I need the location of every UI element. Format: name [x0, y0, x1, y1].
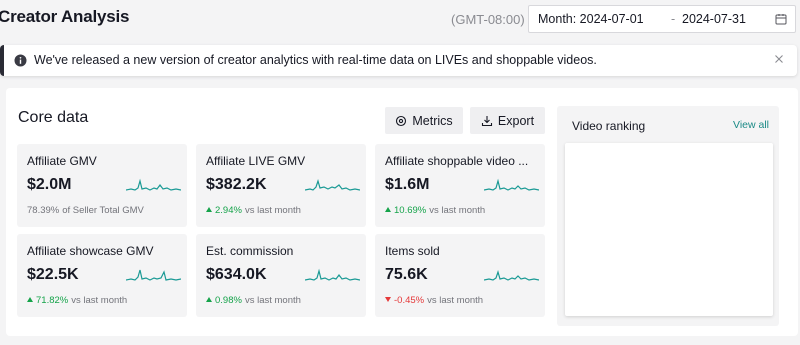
metric-label: Affiliate LIVE GMV: [206, 154, 306, 168]
metric-card-affiliate-gmv[interactable]: Affiliate GMV $2.0M 78.39% of Seller Tota…: [17, 144, 187, 227]
download-icon: [481, 115, 492, 126]
metric-percent: 10.69%: [394, 205, 427, 216]
metrics-label: Metrics: [412, 113, 453, 128]
page-title: Creator Analysis: [0, 7, 130, 26]
metric-note: vs last month: [429, 205, 486, 216]
date-range-picker[interactable]: Month: 2024-07-01 - 2024-07-31: [528, 5, 796, 33]
metric-comparison: 0.98% vs last month: [206, 295, 301, 306]
metric-label: Est. commission: [206, 244, 294, 258]
timezone-label: (GMT-08:00): [451, 12, 525, 27]
core-data-panel: Core data Metrics Export Affiliate GMV $…: [6, 88, 798, 336]
metrics-button[interactable]: Metrics: [385, 107, 463, 134]
sparkline-icon: [305, 268, 360, 281]
metric-percent: 78.39%: [27, 205, 60, 216]
metric-value: $634.0K: [206, 266, 267, 283]
core-data-title: Core data: [18, 109, 89, 126]
trend-up-icon: [206, 207, 212, 212]
metric-percent: -0.45%: [394, 295, 425, 306]
sparkline-icon: [126, 178, 181, 191]
close-icon[interactable]: [774, 54, 784, 64]
metric-value: $2.0M: [27, 176, 72, 193]
sparkline-icon: [484, 178, 539, 191]
metrics-icon: [396, 115, 407, 126]
info-icon: [14, 54, 27, 67]
trend-down-icon: [385, 297, 391, 302]
metric-comparison: 2.94% vs last month: [206, 205, 301, 216]
announcement-banner: We've released a new version of creator …: [0, 45, 797, 76]
export-button[interactable]: Export: [470, 107, 545, 134]
metric-comparison: 78.39% of Seller Total GMV: [27, 205, 144, 216]
trend-up-icon: [206, 297, 212, 302]
metric-comparison: -0.45% vs last month: [385, 295, 483, 306]
metric-note: vs last month: [244, 295, 301, 306]
metric-value: $382.2K: [206, 176, 267, 193]
metric-note: of Seller Total GMV: [62, 205, 144, 216]
sparkline-icon: [305, 178, 360, 191]
date-start[interactable]: Month: 2024-07-01: [538, 12, 644, 26]
export-label: Export: [497, 113, 535, 128]
header: Creator Analysis (GMT-08:00) Month: 2024…: [0, 0, 800, 40]
trend-up-icon: [385, 207, 391, 212]
metric-card-est-commission[interactable]: Est. commission $634.0K 0.98% vs last mon…: [196, 234, 366, 317]
view-all-link[interactable]: View all: [733, 119, 769, 131]
banner-message: We've released a new version of creator …: [34, 53, 597, 67]
metric-note: vs last month: [71, 295, 128, 306]
metric-note: vs last month: [427, 295, 484, 306]
video-ranking-list: [565, 143, 773, 316]
metric-percent: 71.82%: [36, 295, 69, 306]
metric-label: Items sold: [385, 244, 440, 258]
metric-note: vs last month: [244, 205, 301, 216]
metric-value: 75.6K: [385, 266, 428, 283]
date-separator: -: [671, 12, 676, 26]
trend-up-icon: [27, 297, 33, 302]
metric-label: Affiliate showcase GMV: [27, 244, 154, 258]
metric-comparison: 10.69% vs last month: [385, 205, 485, 216]
sparkline-icon: [484, 269, 539, 281]
metric-card-affiliate-live-gmv[interactable]: Affiliate LIVE GMV $382.2K 2.94% vs last …: [196, 144, 366, 227]
metric-card-affiliate-shoppable-video[interactable]: Affiliate shoppable video ... $1.6M 10.6…: [375, 144, 545, 227]
metric-comparison: 71.82% vs last month: [27, 295, 127, 306]
metric-label: Affiliate shoppable video ...: [385, 154, 529, 168]
metric-value: $1.6M: [385, 176, 430, 193]
video-ranking-title: Video ranking: [572, 119, 646, 133]
calendar-icon[interactable]: [775, 13, 787, 25]
video-ranking-panel: Video ranking View all: [557, 106, 779, 326]
metric-card-affiliate-showcase-gmv[interactable]: Affiliate showcase GMV $22.5K 71.82% vs l…: [17, 234, 187, 317]
metric-percent: 0.98%: [215, 295, 242, 306]
metric-card-items-sold[interactable]: Items sold 75.6K -0.45% vs last month: [375, 234, 545, 317]
date-end[interactable]: 2024-07-31: [682, 12, 746, 26]
metric-label: Affiliate GMV: [27, 154, 97, 168]
sparkline-icon: [126, 269, 181, 281]
metric-value: $22.5K: [27, 266, 79, 283]
metric-percent: 2.94%: [215, 205, 242, 216]
